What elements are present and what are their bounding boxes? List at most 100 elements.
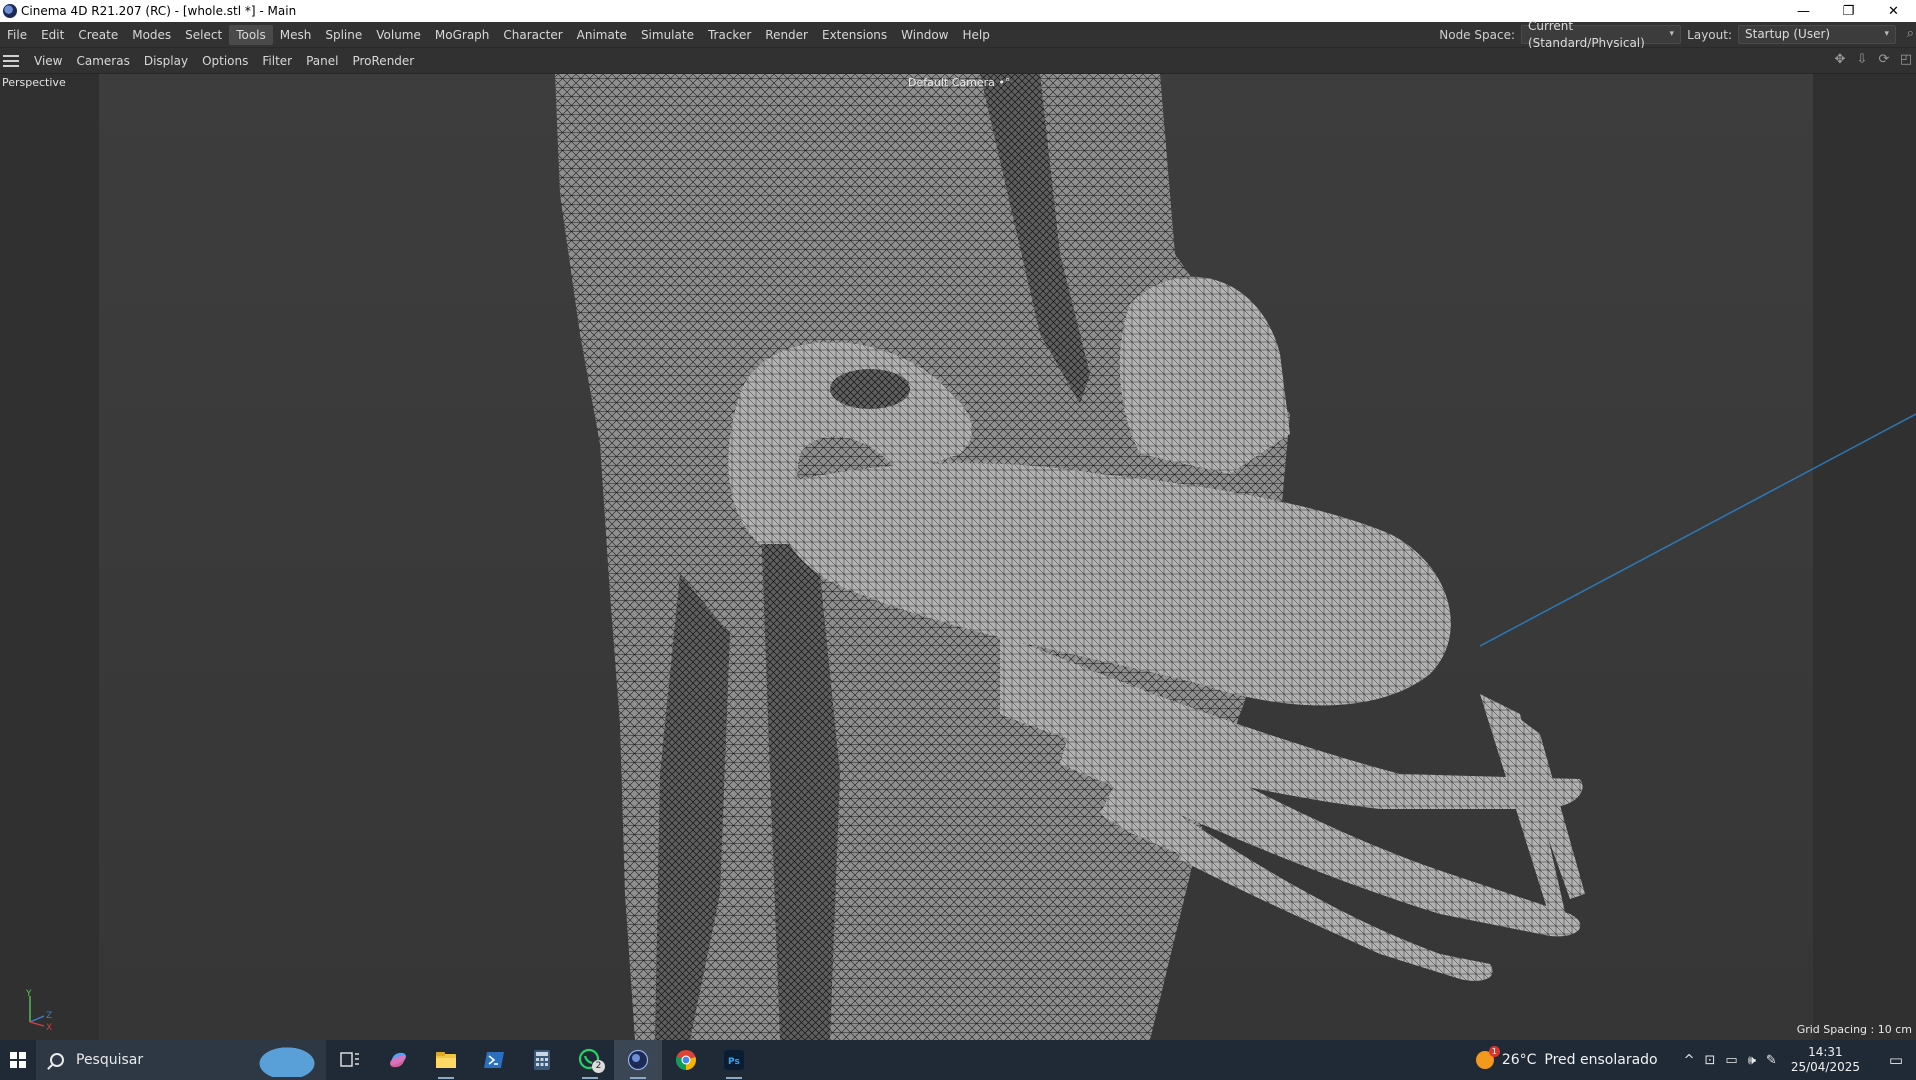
zoom-view-icon[interactable]: ⇩ bbox=[1854, 52, 1870, 68]
axis-x-label: X bbox=[46, 1023, 52, 1032]
viewport-perspective[interactable]: Perspective Default Camera •° Grid Spaci… bbox=[0, 74, 1916, 1040]
chevron-down-icon: ▾ bbox=[1669, 29, 1674, 39]
menu-simulate[interactable]: Simulate bbox=[634, 25, 701, 45]
viewport-menu-view[interactable]: View bbox=[27, 54, 69, 68]
weather-desc: Pred ensolarado bbox=[1544, 1052, 1658, 1068]
menu-mesh[interactable]: Mesh bbox=[273, 25, 319, 45]
camera-name: Default Camera bbox=[908, 76, 995, 89]
main-menu-bar: File Edit Create Modes Select Tools Mesh… bbox=[0, 19, 1916, 50]
axis-x-line bbox=[29, 1021, 45, 1027]
menu-tools[interactable]: Tools bbox=[229, 24, 273, 45]
copilot-icon[interactable] bbox=[374, 1040, 422, 1080]
viewport-menu-panel[interactable]: Panel bbox=[299, 54, 345, 68]
start-button[interactable] bbox=[0, 1040, 36, 1080]
mesh-coil-hole bbox=[830, 369, 910, 409]
node-space-label: Node Space: bbox=[1439, 27, 1515, 42]
weather-widget[interactable]: 1 26°C Pred ensolarado bbox=[1475, 1046, 1658, 1069]
meet-now-icon[interactable]: ⊡ bbox=[1705, 1053, 1716, 1068]
axis-z-label: Z bbox=[46, 1011, 52, 1021]
menu-modes[interactable]: Modes bbox=[125, 25, 178, 45]
weather-badge: 1 bbox=[1488, 1046, 1500, 1057]
taskbar-search-box[interactable]: Pesquisar bbox=[36, 1040, 326, 1080]
clock-date: 25/04/2025 bbox=[1790, 1060, 1860, 1074]
grid-spacing-label: Grid Spacing : 10 cm bbox=[1796, 1023, 1912, 1036]
task-view-icon[interactable] bbox=[326, 1040, 374, 1080]
node-space-value: Current (Standard/Physical) bbox=[1528, 18, 1645, 50]
menu-edit[interactable]: Edit bbox=[34, 25, 71, 45]
menu-create[interactable]: Create bbox=[71, 25, 125, 45]
whatsapp-icon[interactable]: 2 bbox=[566, 1040, 614, 1080]
cinema4d-logo-icon bbox=[3, 4, 17, 18]
windows-taskbar: Pesquisar 2 Ps 1 26°C Pred ensolarado ^ … bbox=[0, 1040, 1916, 1080]
viewport-menu-cameras[interactable]: Cameras bbox=[69, 54, 136, 68]
layout-value: Startup (User) bbox=[1745, 27, 1831, 41]
tray-icons: ^ ⊡ ▭ 🕪 ✎ bbox=[1684, 1053, 1777, 1068]
menu-spline[interactable]: Spline bbox=[318, 25, 369, 45]
layout-dropdown[interactable]: Startup (User) ▾ bbox=[1738, 25, 1896, 44]
menu-character[interactable]: Character bbox=[496, 25, 569, 45]
hamburger-menu-icon[interactable] bbox=[3, 54, 19, 67]
viewport-toolbar: View Cameras Display Options Filter Pane… bbox=[0, 48, 1916, 74]
menu-tracker[interactable]: Tracker bbox=[701, 25, 758, 45]
toggle-layout-icon[interactable]: ◰ bbox=[1898, 52, 1914, 68]
menu-animate[interactable]: Animate bbox=[570, 25, 634, 45]
menu-file[interactable]: File bbox=[0, 25, 34, 45]
chevron-down-icon: ▾ bbox=[1884, 29, 1889, 39]
sun-icon: 1 bbox=[1475, 1046, 1500, 1069]
rotate-view-icon[interactable]: ⟳ bbox=[1876, 52, 1892, 68]
whatsapp-badge: 2 bbox=[592, 1060, 605, 1073]
clock-time: 14:31 bbox=[1808, 1045, 1843, 1059]
viewport-menu-filter[interactable]: Filter bbox=[255, 54, 299, 68]
powershell-icon[interactable] bbox=[470, 1040, 518, 1080]
volume-icon[interactable]: 🕪 bbox=[1748, 1053, 1756, 1068]
svg-text:Ps: Ps bbox=[728, 1057, 740, 1067]
chrome-icon[interactable] bbox=[662, 1040, 710, 1080]
menu-select[interactable]: Select bbox=[178, 25, 229, 45]
viewport-nav-icons: ✥ ⇩ ⟳ ◰ bbox=[1832, 52, 1914, 68]
pen-icon[interactable]: ✎ bbox=[1766, 1053, 1777, 1068]
menu-extensions[interactable]: Extensions bbox=[815, 25, 894, 45]
search-icon bbox=[50, 1053, 64, 1067]
close-button[interactable]: ✕ bbox=[1871, 0, 1916, 22]
viewport-menu-options[interactable]: Options bbox=[195, 54, 255, 68]
axis-z-line bbox=[29, 1015, 45, 1023]
windows-logo-icon bbox=[10, 1052, 26, 1068]
viewport-menu-display[interactable]: Display bbox=[137, 54, 195, 68]
axis-gizmo: Y Z X bbox=[25, 989, 52, 1032]
search-placeholder: Pesquisar bbox=[76, 1052, 144, 1068]
file-explorer-icon[interactable] bbox=[422, 1040, 470, 1080]
window-controls: — ❐ ✕ bbox=[1781, 0, 1916, 22]
node-space-dropdown[interactable]: Current (Standard/Physical) ▾ bbox=[1521, 19, 1681, 50]
viewport-menu-prorender[interactable]: ProRender bbox=[345, 54, 421, 68]
system-tray: 1 26°C Pred ensolarado ^ ⊡ ▭ 🕪 ✎ 14:31 2… bbox=[1475, 1040, 1916, 1080]
window-title: Cinema 4D R21.207 (RC) - [whole.stl *] -… bbox=[21, 4, 297, 18]
menu-window[interactable]: Window bbox=[894, 25, 955, 45]
notification-center-icon[interactable]: ▭ bbox=[1876, 1051, 1916, 1069]
menu-help[interactable]: Help bbox=[956, 25, 997, 45]
node-space-selector: Node Space: Current (Standard/Physical) … bbox=[1439, 19, 1681, 50]
viewport-camera-label[interactable]: Default Camera •° bbox=[908, 76, 1010, 89]
menu-mograph[interactable]: MoGraph bbox=[428, 25, 497, 45]
stl-mesh-model[interactable] bbox=[0, 74, 1916, 1040]
cinema4d-icon[interactable] bbox=[614, 1040, 662, 1080]
layout-selector: Layout: Startup (User) ▾ bbox=[1687, 25, 1896, 44]
menu-volume[interactable]: Volume bbox=[369, 25, 428, 45]
axis-guide-line bbox=[1479, 413, 1916, 647]
chevron-up-icon[interactable]: ^ bbox=[1684, 1053, 1695, 1068]
calculator-icon[interactable] bbox=[518, 1040, 566, 1080]
camera-suffix: •° bbox=[998, 76, 1011, 89]
move-view-icon[interactable]: ✥ bbox=[1832, 52, 1848, 68]
weather-temp: 26°C bbox=[1501, 1052, 1537, 1068]
network-icon[interactable]: ▭ bbox=[1725, 1053, 1737, 1068]
search-highlight-image[interactable] bbox=[252, 1043, 322, 1077]
mesh-bulge bbox=[1119, 276, 1290, 474]
axis-y-label: Y bbox=[25, 989, 32, 999]
restore-button[interactable]: ❐ bbox=[1826, 0, 1871, 22]
viewport-view-name: Perspective bbox=[2, 76, 66, 89]
minimize-button[interactable]: — bbox=[1781, 0, 1826, 22]
taskbar-clock[interactable]: 14:31 25/04/2025 bbox=[1791, 1045, 1860, 1075]
layout-label: Layout: bbox=[1687, 27, 1732, 42]
search-icon[interactable]: ⌕ bbox=[1907, 26, 1914, 41]
menu-render[interactable]: Render bbox=[758, 25, 815, 45]
photoshop-icon[interactable]: Ps bbox=[710, 1040, 758, 1080]
